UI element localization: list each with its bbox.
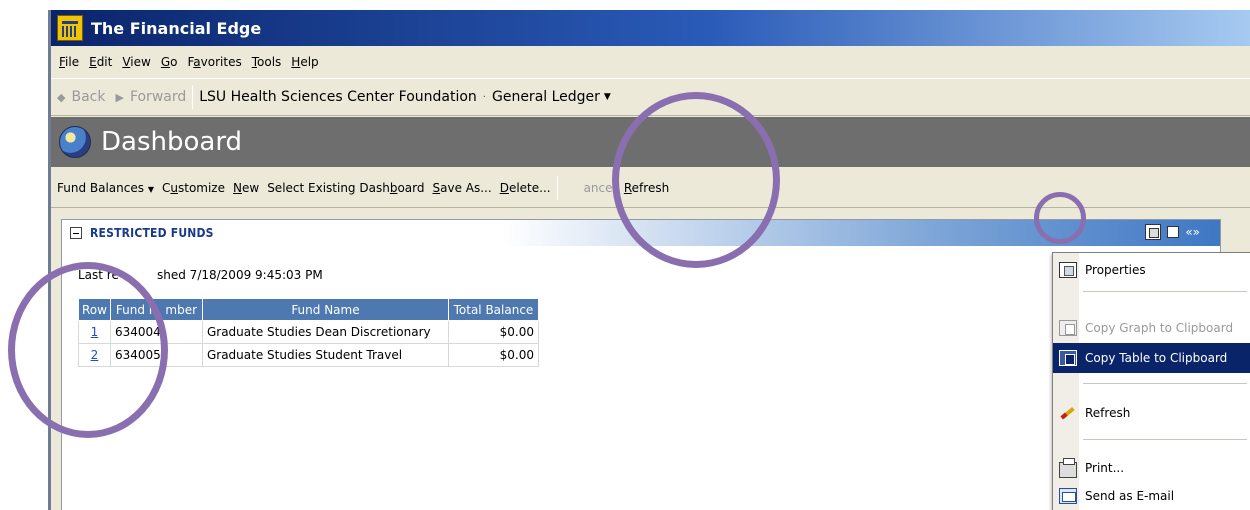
select-existing-dashboard-button[interactable]: Select Existing Dashboard: [267, 181, 424, 195]
context-menu: Properties Copy Graph to Clipboard Copy …: [1052, 252, 1250, 510]
financial-edge-app-icon: [57, 15, 83, 41]
forward-label: Forward: [129, 89, 187, 105]
fund-balances-dropdown[interactable]: Fund Balances ▼: [57, 181, 154, 195]
menu-item-refresh[interactable]: Refresh: [1053, 398, 1250, 428]
menu-help[interactable]: Help: [291, 55, 318, 69]
printer-icon: [1059, 458, 1077, 478]
panel-header-controls: «»: [1145, 224, 1200, 240]
customize-button[interactable]: Customize: [162, 181, 225, 195]
toolbar-divider: [556, 175, 558, 200]
globe-icon: [59, 126, 91, 158]
menu-edit[interactable]: Edit: [89, 55, 112, 69]
menu-item-label: Properties: [1085, 263, 1146, 277]
forward-button[interactable]: ▶ Forward: [115, 89, 186, 105]
nav-divider: [192, 85, 194, 109]
cancel-button[interactable]: ancel: [584, 181, 616, 195]
properties-icon[interactable]: [1145, 224, 1162, 240]
menu-view[interactable]: View: [122, 55, 150, 69]
back-arrow-icon: ◆: [57, 90, 66, 104]
menu-favorites[interactable]: Favorites: [187, 55, 241, 69]
menu-go[interactable]: Go: [161, 55, 178, 69]
menu-item-print[interactable]: Print...: [1053, 453, 1250, 483]
restricted-funds-panel: RESTRICTED FUNDS «» Last re shed 7/18/20…: [61, 219, 1221, 510]
annotation-circle-properties: [1034, 192, 1086, 244]
menu-item-label: Copy Graph to Clipboard: [1085, 321, 1234, 335]
menu-item-properties[interactable]: Properties: [1053, 255, 1250, 285]
chevron-down-icon[interactable]: ▼: [604, 92, 611, 102]
balance-cell: $0.00: [447, 320, 539, 344]
menu-separator: [1083, 383, 1247, 384]
properties-icon: [1059, 262, 1077, 278]
copy-icon: [1059, 320, 1077, 336]
menu-separator: [1083, 291, 1247, 292]
window-icon[interactable]: [1167, 226, 1180, 238]
menu-item-label: Refresh: [1085, 406, 1131, 420]
menu-item-copy-table[interactable]: Copy Table to Clipboard: [1053, 343, 1250, 373]
menu-item-copy-graph[interactable]: Copy Graph to Clipboard: [1053, 313, 1250, 343]
new-button[interactable]: New: [233, 181, 259, 195]
menu-item-label: Send as E-mail: [1085, 489, 1175, 503]
delete-button[interactable]: Delete...: [500, 181, 551, 195]
title-bar[interactable]: The Financial Edge: [51, 10, 1250, 46]
collapse-icon[interactable]: [70, 227, 82, 239]
expand-chevrons-icon[interactable]: «»: [1185, 225, 1200, 239]
menu-item-send-email[interactable]: Send as E-mail: [1053, 481, 1250, 510]
window-title: The Financial Edge: [91, 18, 262, 38]
email-icon: [1059, 488, 1077, 504]
menu-item-label: Copy Table to Clipboard: [1085, 351, 1228, 365]
breadcrumb-separator: ·: [482, 91, 486, 103]
menu-file[interactable]: File: [59, 55, 79, 69]
fund-name-cell: Graduate Studies Student Travel: [201, 343, 449, 367]
forward-arrow-icon: ▶: [115, 90, 124, 104]
save-as-button[interactable]: Save As...: [433, 181, 492, 195]
menu-separator: [1083, 439, 1247, 440]
chevron-down-icon: ▼: [147, 184, 154, 194]
panel-title: RESTRICTED FUNDS: [90, 226, 214, 240]
breadcrumb-module[interactable]: General Ledger: [492, 89, 600, 105]
refresh-icon: [1059, 405, 1077, 421]
column-header-fund-name[interactable]: Fund Name: [201, 298, 449, 321]
back-button[interactable]: ◆ Back: [57, 89, 105, 105]
menu-bar: File Edit View Go Favorites Tools Help: [51, 46, 1250, 78]
annotation-circle-row-links: [8, 262, 168, 438]
breadcrumb-org[interactable]: LSU Health Sciences Center Foundation: [199, 89, 477, 105]
column-header-total-balance[interactable]: Total Balance: [447, 298, 539, 321]
fund-name-cell: Graduate Studies Dean Discretionary: [201, 320, 449, 344]
menu-tools[interactable]: Tools: [252, 55, 282, 69]
page-title: Dashboard: [101, 127, 243, 157]
balance-cell: $0.00: [447, 343, 539, 367]
menu-item-label: Print...: [1085, 461, 1125, 475]
back-label: Back: [71, 89, 106, 105]
annotation-circle-refresh: [612, 92, 780, 268]
copy-icon: [1059, 350, 1077, 366]
